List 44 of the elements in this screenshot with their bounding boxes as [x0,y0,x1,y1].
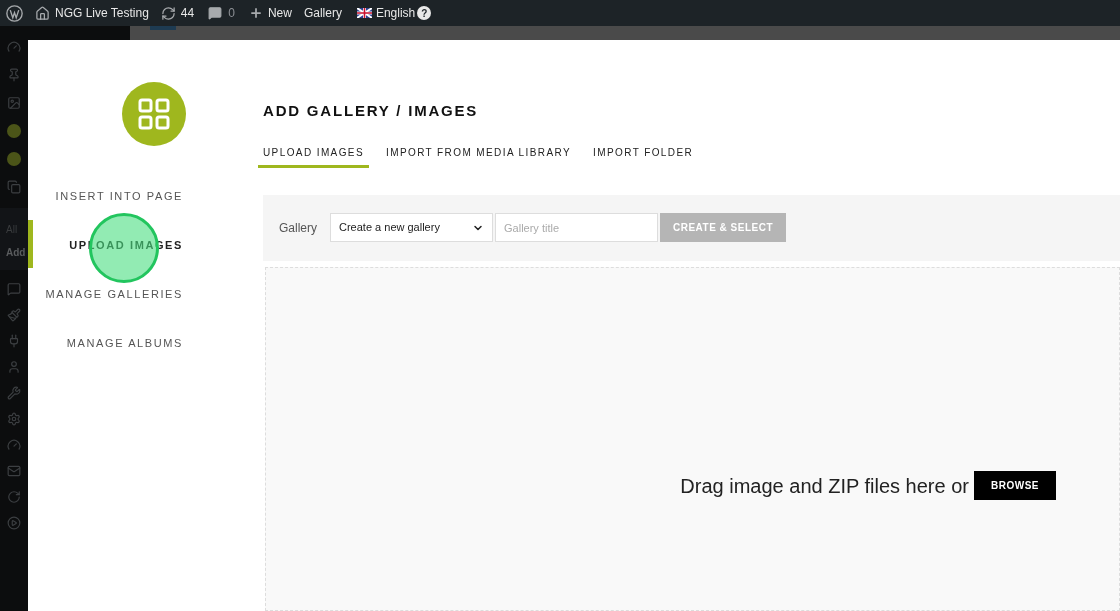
new-link[interactable]: New [248,4,292,22]
menu-icon[interactable] [7,386,21,400]
gallery-link[interactable]: Gallery [303,4,342,22]
menu-icon[interactable] [7,152,21,166]
help-icon[interactable]: ? [417,6,432,20]
gallery-label: Gallery [279,219,317,237]
menu-icon[interactable] [7,180,21,194]
menu-icon[interactable] [7,438,21,452]
nav-item[interactable]: INSERT INTO PAGE [55,188,183,204]
menu-icon[interactable] [7,40,21,54]
tab[interactable]: IMPORT FOLDER [588,144,699,168]
menu-icon[interactable] [7,334,21,348]
language-link[interactable]: English [356,4,416,22]
menu-icon[interactable] [7,490,21,504]
menu-icon[interactable] [7,68,21,82]
flag-icon [356,8,372,18]
comment-icon [208,6,223,20]
menu-icon[interactable] [7,412,21,426]
gallery-select[interactable]: Create a new gallery [330,213,493,242]
selection-indicator [28,220,33,268]
gallery-title-field[interactable]: Gallery title [495,213,658,242]
nav-item[interactable]: MANAGE ALBUMS [66,335,183,351]
browse-button[interactable]: BROWSE [974,470,1056,500]
menu-icon[interactable] [7,464,21,478]
dropzone[interactable]: Drag image and ZIP files here or BROWSE [265,266,1120,611]
menu-icon[interactable] [7,96,21,110]
home-icon [35,5,50,21]
site-link[interactable]: NGG Live Testing [35,4,149,22]
menu-icon[interactable] [7,360,21,374]
menu-icon[interactable] [7,516,21,530]
tab[interactable]: IMPORT FROM MEDIA LIBRARY [381,144,577,168]
menu-icon[interactable] [7,124,21,138]
plus-icon [248,6,263,20]
grid-icon [138,98,170,130]
menu-icon[interactable] [7,282,21,296]
tab[interactable]: UPLOAD IMAGES [258,144,369,168]
modal-title: ADD GALLERY / IMAGES [263,101,480,121]
updates-link[interactable]: 44 [160,4,195,22]
comments-link[interactable]: 0 [208,4,235,22]
refresh-icon [160,5,176,21]
menu-icon[interactable] [7,308,21,322]
dropzone-text: Drag image and ZIP files here or [680,473,969,499]
nav-item[interactable]: MANAGE GALLERIES [45,286,183,302]
wordpress-logo-icon[interactable] [6,4,23,22]
